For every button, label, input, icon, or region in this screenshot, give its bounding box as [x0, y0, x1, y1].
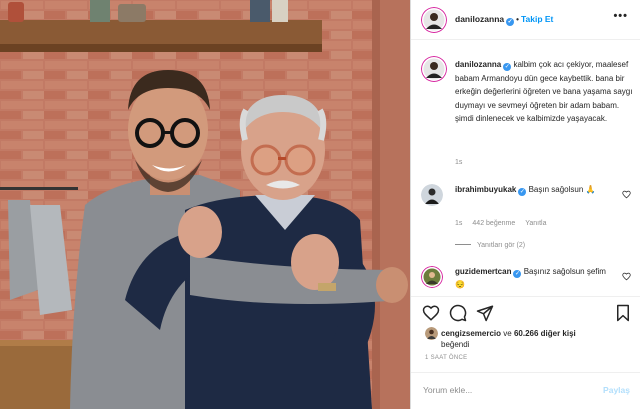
post-photo[interactable] [0, 0, 411, 409]
view-replies-link[interactable]: Yanıtları gör (2) [455, 242, 525, 249]
replies-line [455, 244, 471, 245]
post-comment-button[interactable]: Paylaş [603, 385, 630, 395]
owner-username-text[interactable]: danilozanna [455, 14, 504, 24]
caption-username[interactable]: danilozanna [455, 60, 501, 69]
comment-likes-count[interactable]: 442 beğenme [472, 220, 515, 227]
verified-icon: ✓ [518, 188, 527, 196]
liker-avatar[interactable] [425, 327, 438, 340]
avatar-photo-icon [421, 7, 447, 33]
avatar-photo-icon [425, 327, 438, 340]
caption-text: kalbim çok acı çekiyor, maalesef babam A… [455, 60, 633, 124]
liker-username[interactable]: cengizsemercio [441, 329, 501, 338]
likes-others-count[interactable]: 60.266 diğer kişi [514, 329, 576, 338]
comment-like-heart-icon[interactable] [622, 272, 631, 281]
verified-icon: ✓ [503, 63, 512, 71]
comment-time[interactable]: 1s [455, 220, 462, 227]
likes-suffix: beğendi [441, 340, 470, 349]
post-timestamp[interactable]: 1 SAAT ÖNCE [425, 355, 467, 361]
comment-text-block: ibrahimbuyukak ✓ Başın sağolsun 🙏 [455, 184, 615, 197]
action-bar [411, 296, 640, 326]
photo-scene [0, 0, 411, 409]
avatar-photo-icon [421, 184, 443, 206]
owner-username[interactable]: danilozanna ✓ • Takip Et [455, 14, 553, 26]
likes-joiner: ve [503, 329, 512, 338]
more-options-icon[interactable]: ••• [613, 10, 628, 22]
post-panel: danilozanna ✓ • Takip Et ••• danilozanna ✓ k… [411, 0, 640, 409]
comment-like-heart-icon[interactable] [622, 190, 631, 199]
avatar-photo-icon [421, 266, 443, 288]
caption-time[interactable]: 1s [455, 159, 462, 166]
like-heart-icon[interactable] [422, 304, 440, 322]
comment-input[interactable] [423, 385, 583, 395]
commenter-avatar[interactable] [421, 184, 443, 206]
commenter-avatar[interactable] [421, 266, 443, 288]
follow-button[interactable]: Takip Et [521, 14, 553, 24]
comment-bubble-icon[interactable] [449, 304, 467, 322]
owner-avatar[interactable] [421, 7, 447, 33]
share-paper-plane-icon[interactable] [476, 304, 494, 322]
add-comment-bar: Paylaş [411, 372, 640, 409]
save-bookmark-icon[interactable] [614, 304, 632, 322]
avatar-photo-icon [421, 56, 447, 82]
comment-username[interactable]: guzidemertcan [455, 267, 511, 276]
separator-dot: • [516, 15, 519, 24]
comment-text-block: guzidemertcan ✓ Başınız sağolsun şefim 😔 [455, 266, 615, 291]
post-header: danilozanna ✓ • Takip Et ••• [411, 0, 640, 40]
caption-text-block: danilozanna ✓ kalbim çok acı çekiyor, maa… [455, 58, 633, 126]
view-replies-text[interactable]: Yanıtları gör (2) [477, 242, 525, 249]
comment-meta: 1s 442 beğenme Yanıtla [455, 220, 557, 227]
comment-username[interactable]: ibrahimbuyukak [455, 185, 516, 194]
verified-icon: ✓ [513, 270, 522, 278]
caption-avatar[interactable] [421, 56, 447, 82]
verified-icon: ✓ [506, 18, 515, 26]
reply-button[interactable]: Yanıtla [525, 220, 546, 227]
comment-text: Başın sağolsun 🙏 [528, 185, 596, 194]
likes-text: cengizsemercio ve 60.266 diğer kişi beğe… [441, 328, 631, 350]
